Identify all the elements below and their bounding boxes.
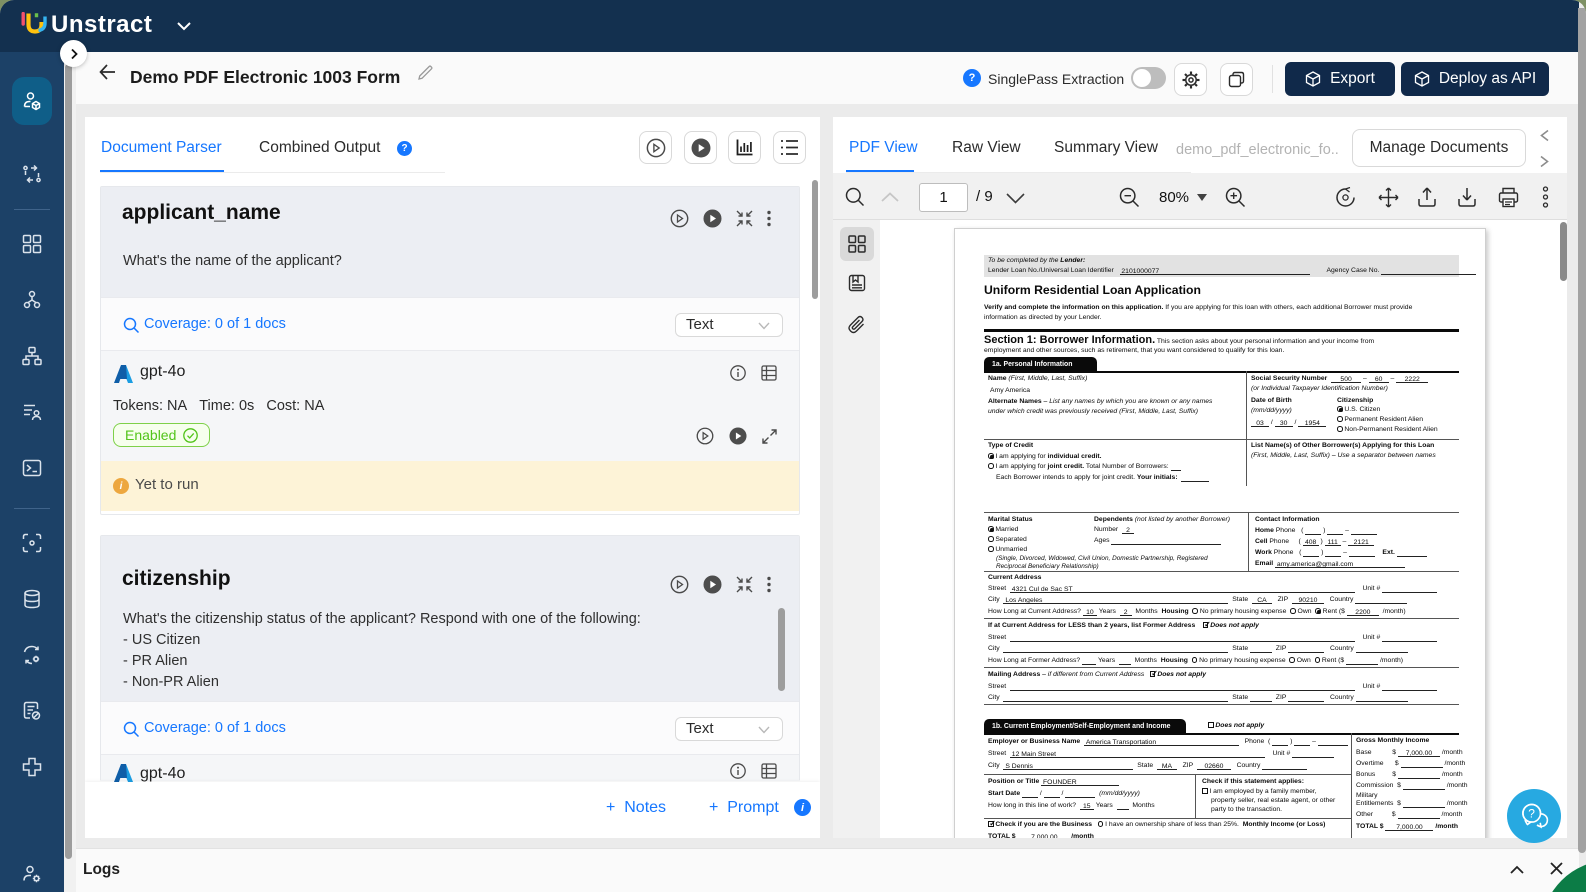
- svg-text:?: ?: [1528, 807, 1535, 821]
